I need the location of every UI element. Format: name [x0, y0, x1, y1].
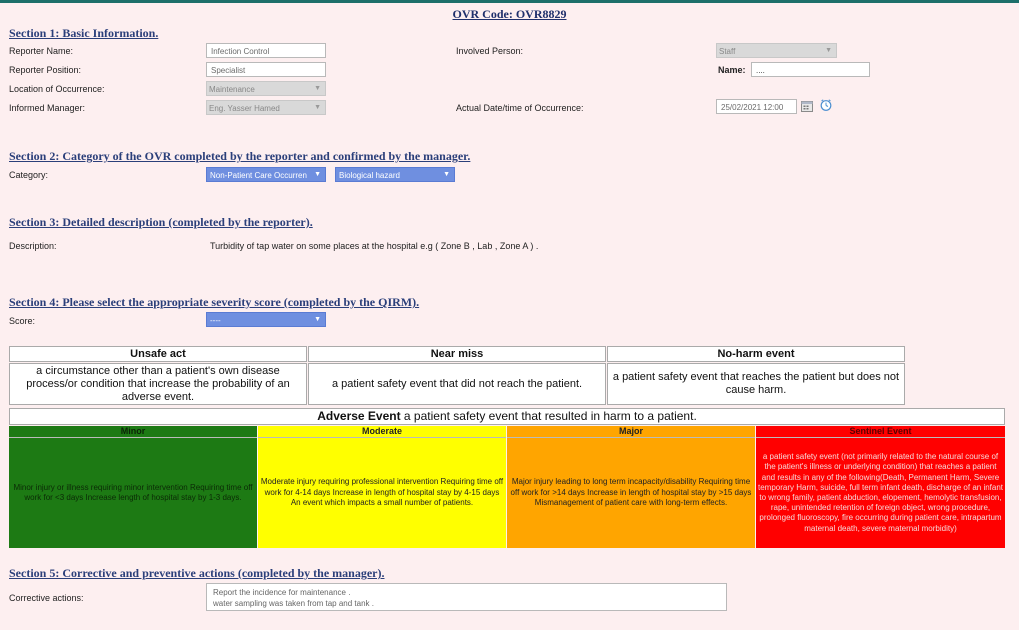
corrective-actions-line1: Report the incidence for maintenance . — [213, 588, 351, 597]
no-harm-header: No-harm event — [607, 346, 905, 362]
informed-manager-label: Informed Manager: — [9, 103, 86, 113]
reporter-position-label: Reporter Position: — [9, 65, 82, 75]
sentinel-cell[interactable]: Sentinel Event a patient safety event (n… — [756, 426, 1005, 548]
datetime-label: Actual Date/time of Occurrence: — [456, 103, 584, 113]
chevron-down-icon: ▼ — [314, 104, 321, 111]
description-text: Turbidity of tap water on some places at… — [210, 241, 539, 251]
reporter-name-input[interactable]: Infection Control — [206, 43, 326, 58]
section2-title: Section 2: Category of the OVR completed… — [9, 149, 471, 163]
moderate-cell[interactable]: Moderate Moderate injury requiring profe… — [258, 426, 506, 548]
category-label: Category: — [9, 170, 49, 180]
section4-title: Section 4: Please select the appropriate… — [9, 295, 420, 309]
score-select[interactable]: ---- ▼ — [206, 312, 326, 327]
clock-icon[interactable] — [820, 99, 832, 113]
datetime-input[interactable]: 25/02/2021 12:00 — [716, 99, 797, 114]
near-miss-description: a patient safety event that did not reac… — [308, 363, 606, 405]
name-label: Name: — [718, 65, 746, 75]
section3-title: Section 3: Detailed description (complet… — [9, 215, 313, 229]
adverse-event-row: Adverse Event a patient safety event tha… — [9, 408, 1005, 425]
informed-manager-value: Eng. Yasser Hamed — [209, 104, 280, 113]
sentinel-description: a patient safety event (not primarily re… — [758, 452, 1004, 533]
reporter-name-label: Reporter Name: — [9, 46, 74, 56]
adverse-event-desc: a patient safety event that resulted in … — [400, 409, 697, 423]
ovr-code-title: OVR Code: OVR8829 — [452, 7, 567, 21]
chevron-down-icon: ▼ — [443, 171, 450, 178]
calendar-icon[interactable] — [801, 100, 813, 114]
minor-title: Minor — [9, 426, 257, 438]
description-label: Description: — [9, 241, 57, 251]
chevron-down-icon: ▼ — [825, 47, 832, 54]
location-value: Maintenance — [209, 85, 255, 94]
section5-title: Section 5: Corrective and preventive act… — [9, 566, 385, 580]
corrective-actions-textarea[interactable]: Report the incidence for maintenance . w… — [206, 583, 727, 611]
involved-person-select[interactable]: Staff ▼ — [716, 43, 837, 58]
unsafe-act-description: a circumstance other than a patient's ow… — [9, 363, 307, 405]
near-miss-header: Near miss — [308, 346, 606, 362]
reporter-position-input[interactable]: Specialist — [206, 62, 326, 77]
corrective-actions-label: Corrective actions: — [9, 593, 84, 603]
section1-title: Section 1: Basic Information. — [9, 26, 159, 40]
minor-description: Minor injury or illness requiring minor … — [13, 482, 253, 503]
major-description: Major injury leading to long term incapa… — [510, 477, 752, 508]
location-label: Location of Occurrence: — [9, 84, 105, 94]
minor-cell[interactable]: Minor Minor injury or illness requiring … — [9, 426, 257, 548]
category-select[interactable]: Non-Patient Care Occurren ▼ — [206, 167, 326, 182]
no-harm-description: a patient safety event that reaches the … — [607, 363, 905, 405]
involved-person-label: Involved Person: — [456, 46, 524, 56]
moderate-description: Moderate injury requiring professional i… — [260, 477, 504, 508]
score-label: Score: — [9, 316, 36, 326]
unsafe-act-header: Unsafe act — [9, 346, 307, 362]
name-input[interactable]: .... — [751, 62, 870, 77]
major-title: Major — [507, 426, 755, 438]
location-select[interactable]: Maintenance ▼ — [206, 81, 326, 96]
chevron-down-icon: ▼ — [314, 316, 321, 323]
category-value: Non-Patient Care Occurren — [210, 171, 307, 180]
corrective-actions-line2: water sampling was taken from tap and ta… — [213, 599, 374, 608]
chevron-down-icon: ▼ — [314, 85, 321, 92]
involved-person-value: Staff — [719, 47, 736, 56]
subcategory-value: Biological hazard — [339, 171, 400, 180]
score-value: ---- — [210, 316, 221, 325]
major-cell[interactable]: Major Major injury leading to long term … — [507, 426, 755, 548]
chevron-down-icon: ▼ — [314, 171, 321, 178]
sentinel-title: Sentinel Event — [756, 426, 1005, 438]
subcategory-select[interactable]: Biological hazard ▼ — [335, 167, 455, 182]
informed-manager-select[interactable]: Eng. Yasser Hamed ▼ — [206, 100, 326, 115]
moderate-title: Moderate — [258, 426, 506, 438]
adverse-event-title: Adverse Event — [317, 409, 401, 423]
